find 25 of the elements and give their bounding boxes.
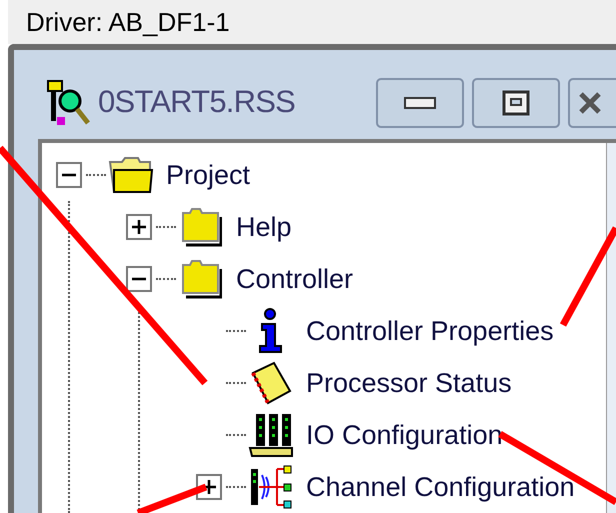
tree-item-label[interactable]: Project [166,154,250,196]
minimize-button[interactable] [376,78,464,128]
maximize-icon [502,90,530,116]
tree-item-label[interactable]: IO Configuration [306,414,503,456]
folder-icon [108,156,154,194]
maximize-button[interactable] [472,78,560,128]
io-modules-icon [248,412,294,458]
tree-item-label[interactable]: Controller [236,258,354,300]
tree-item-label[interactable]: Controller Properties [306,310,554,352]
tree-item-label[interactable]: Help [236,206,292,248]
notepad-icon [250,361,292,405]
collapse-icon[interactable] [126,266,152,292]
tree-item-label[interactable]: Channel Configuration [306,466,575,508]
expand-icon[interactable] [196,474,222,500]
expand-icon[interactable] [126,214,152,240]
driver-label: Driver: AB_DF1-1 [26,9,230,35]
tree-item-label[interactable]: Processor Status [306,362,512,404]
app-icon [46,78,90,126]
network-icon [249,465,293,509]
folder-icon [180,207,222,247]
collapse-icon[interactable] [56,162,82,188]
folder-icon [180,259,222,299]
close-icon [578,90,602,114]
minimize-icon [403,96,437,110]
window-title: 0START5.RSS [98,83,296,122]
